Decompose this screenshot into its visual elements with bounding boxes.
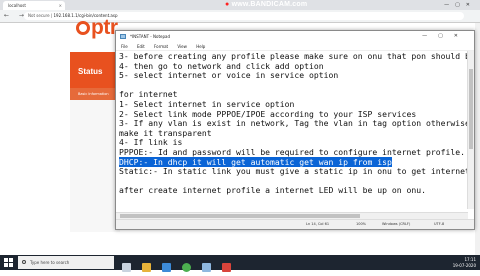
sidebar-item-basic-information[interactable]: Basic Information: [70, 88, 120, 100]
bandicam-watermark: ● www.BANDICAM.com: [225, 0, 307, 10]
logo-text: ptr: [91, 16, 118, 39]
encoding: UTF-8: [434, 222, 445, 226]
notepad-text-area[interactable]: 3- before creating any profile please ma…: [119, 52, 469, 218]
browser-toolbar: ← → ⟳ Not secure | 192.168.1.1/cgi-bin/c…: [0, 10, 480, 23]
start-windows-icon[interactable]: [4, 258, 13, 267]
task-view-icon[interactable]: [122, 263, 131, 272]
not-secure-label: Not secure |: [28, 13, 53, 18]
browser-tab[interactable]: localhost ×: [3, 1, 65, 10]
file-explorer-icon[interactable]: [142, 263, 152, 272]
taskbar-apps: [122, 257, 237, 272]
bandicam-taskbar-icon[interactable]: [222, 263, 232, 272]
menu-file[interactable]: File: [121, 44, 128, 49]
vertical-scroll-thumb[interactable]: [469, 69, 473, 149]
menu-help[interactable]: Help: [196, 44, 205, 49]
windows-taskbar: Type here to search 17:11 19-07-2020: [0, 255, 480, 272]
notepad-menu-bar: File Edit Format View Help: [116, 42, 474, 51]
sidebar-item-status[interactable]: Status: [70, 54, 120, 90]
system-tray-clock[interactable]: 17:11 19-07-2020: [453, 255, 476, 272]
selected-text: DHCP:- In dhcp it will get automatic get…: [119, 156, 392, 167]
text-line: after create internet profile a internet…: [119, 185, 426, 196]
horizontal-scroll-thumb[interactable]: [120, 214, 360, 218]
menu-edit[interactable]: Edit: [137, 44, 145, 49]
tab-close-icon[interactable]: ×: [59, 1, 62, 10]
search-placeholder: Type here to search: [30, 260, 70, 265]
cursor-position: Ln 14, Col 61: [306, 222, 330, 226]
optr-logo: ptr: [76, 16, 118, 40]
taskbar-search-box[interactable]: Type here to search: [18, 256, 114, 269]
notepad-window-controls[interactable]: —▢✕: [422, 31, 469, 42]
notepad-vertical-scrollbar[interactable]: [467, 51, 474, 209]
notepad-horizontal-scrollbar[interactable]: [116, 212, 468, 219]
page-scrollbar[interactable]: [475, 23, 480, 255]
browser-tab-bar: localhost × ● www.BANDICAM.com —▢✕: [0, 0, 480, 10]
notepad-window: *INSTANT - Notepad —▢✕ File Edit Format …: [115, 30, 475, 230]
text-line: 5- select internet or voice in service o…: [119, 70, 339, 81]
browser-window-controls[interactable]: —▢✕: [444, 0, 476, 10]
browser-tab-title: localhost: [8, 3, 26, 8]
notepad-title: *INSTANT - Notepad: [130, 34, 170, 39]
zoom-level: 100%: [356, 222, 367, 226]
line-ending: Windows (CRLF): [382, 222, 411, 226]
bandicam-label: www.BANDICAM.com: [231, 1, 308, 8]
menu-format[interactable]: Format: [154, 44, 168, 49]
notepad-status-bar: Ln 14, Col 61 100% Windows (CRLF) UTF-8: [116, 219, 474, 229]
menu-view[interactable]: View: [177, 44, 187, 49]
notepad-taskbar-icon[interactable]: [202, 263, 212, 272]
search-icon: [22, 260, 26, 264]
record-dot-icon: ●: [225, 1, 230, 8]
chrome-icon[interactable]: [182, 263, 192, 272]
edge-icon[interactable]: [162, 263, 172, 272]
clock-date: 19-07-2020: [452, 263, 476, 268]
logo-o-icon: [76, 21, 90, 35]
text-line: Static:- In static link you must give a …: [119, 166, 469, 177]
